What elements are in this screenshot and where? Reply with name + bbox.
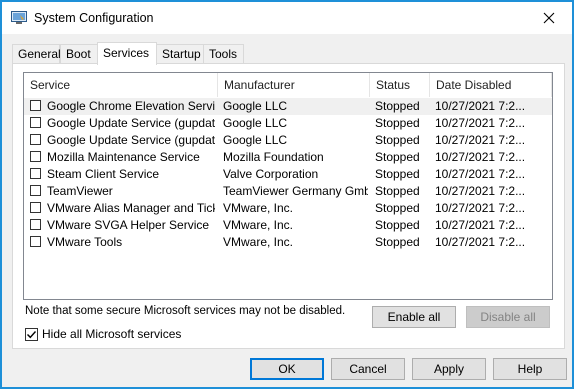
service-status: Stopped [375,218,420,232]
ok-button[interactable]: OK [250,358,324,380]
checkmark-icon [27,331,37,339]
service-checkbox[interactable] [30,100,41,111]
service-checkbox[interactable] [30,185,41,196]
cancel-button[interactable]: Cancel [331,358,405,380]
close-icon [543,12,555,24]
service-manufacturer: Google LLC [223,116,288,130]
column-header-manufacturer[interactable]: Manufacturer [218,73,370,97]
tab-startup[interactable]: Startup [156,44,204,64]
service-status: Stopped [375,167,420,181]
column-header-date-disabled[interactable]: Date Disabled [430,73,552,97]
service-name: Steam Client Service [47,167,160,181]
service-name: Mozilla Maintenance Service [47,150,200,164]
service-row[interactable]: Google Chrome Elevation Servic... Google… [24,98,552,115]
service-row[interactable]: Mozilla Maintenance Service Mozilla Foun… [24,149,552,166]
service-date-disabled: 10/27/2021 7:2... [435,218,526,232]
service-date-disabled: 10/27/2021 7:2... [435,116,526,130]
secure-services-note: Note that some secure Microsoft services… [25,305,346,317]
tab-general[interactable]: General [12,44,61,64]
service-row[interactable]: VMware Alias Manager and Ticke... VMware… [24,200,552,217]
service-checkbox[interactable] [30,219,41,230]
service-checkbox[interactable] [30,134,41,145]
service-row[interactable]: Google Update Service (gupdatem) Google … [24,132,552,149]
enable-all-button[interactable]: Enable all [372,306,456,328]
service-status: Stopped [375,184,420,198]
service-name: Google Chrome Elevation Servic... [47,99,215,113]
hide-microsoft-services-label: Hide all Microsoft services [42,327,182,341]
service-name: VMware SVGA Helper Service [47,218,210,232]
service-date-disabled: 10/27/2021 7:2... [435,133,526,147]
window-title: System Configuration [34,11,154,25]
service-manufacturer: Google LLC [223,99,288,113]
close-button[interactable] [526,2,572,34]
title-bar: System Configuration [2,2,572,34]
help-button[interactable]: Help [493,358,567,380]
service-date-disabled: 10/27/2021 7:2... [435,184,526,198]
service-name: Google Update Service (gupdatem) [47,133,215,147]
service-manufacturer: Valve Corporation [223,167,319,181]
hide-microsoft-services-checkbox[interactable] [25,328,38,341]
msconfig-app-icon [11,11,27,25]
services-list[interactable]: Service Manufacturer Status Date Disable… [23,72,553,300]
service-manufacturer: TeamViewer Germany GmbH [223,184,368,198]
service-row[interactable]: TeamViewer TeamViewer Germany GmbH Stopp… [24,183,552,200]
service-row[interactable]: VMware SVGA Helper Service VMware, Inc. … [24,217,552,234]
service-manufacturer: VMware, Inc. [223,235,294,249]
column-header-status[interactable]: Status [370,73,430,97]
tab-boot[interactable]: Boot [60,44,98,64]
service-row[interactable]: Google Update Service (gupdate) Google L… [24,115,552,132]
list-header: Service Manufacturer Status Date Disable… [24,73,552,97]
service-name: VMware Tools [47,235,123,249]
service-date-disabled: 10/27/2021 7:2... [435,99,526,113]
service-status: Stopped [375,201,420,215]
column-header-service[interactable]: Service [24,73,218,97]
service-status: Stopped [375,133,420,147]
service-date-disabled: 10/27/2021 7:2... [435,150,526,164]
service-date-disabled: 10/27/2021 7:2... [435,235,526,249]
service-status: Stopped [375,235,420,249]
service-checkbox[interactable] [30,236,41,247]
service-row[interactable]: Steam Client Service Valve Corporation S… [24,166,552,183]
service-name: Google Update Service (gupdate) [47,116,215,130]
service-checkbox[interactable] [30,202,41,213]
service-checkbox[interactable] [30,168,41,179]
service-manufacturer: Google LLC [223,133,288,147]
apply-button[interactable]: Apply [412,358,486,380]
service-name: TeamViewer [47,184,113,198]
service-name: VMware Alias Manager and Ticke... [47,201,215,215]
service-checkbox[interactable] [30,117,41,128]
system-configuration-window: System Configuration General Boot Servic… [0,0,574,389]
disable-all-button[interactable]: Disable all [466,306,550,328]
service-manufacturer: VMware, Inc. [223,218,294,232]
service-checkbox[interactable] [30,151,41,162]
service-status: Stopped [375,150,420,164]
service-status: Stopped [375,116,420,130]
tab-tools[interactable]: Tools [203,44,244,64]
service-status: Stopped [375,99,420,113]
service-row[interactable]: VMware Tools VMware, Inc. Stopped 10/27/… [24,234,552,251]
service-manufacturer: VMware, Inc. [223,201,294,215]
services-tab-panel: Service Manufacturer Status Date Disable… [12,63,565,349]
service-date-disabled: 10/27/2021 7:2... [435,167,526,181]
service-date-disabled: 10/27/2021 7:2... [435,201,526,215]
service-manufacturer: Mozilla Foundation [223,150,324,164]
tab-services[interactable]: Services [97,42,157,65]
